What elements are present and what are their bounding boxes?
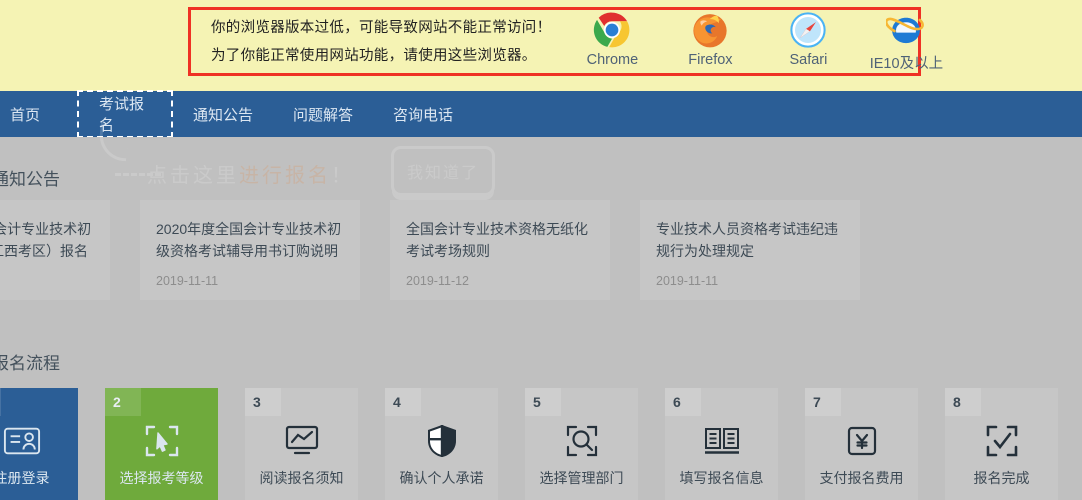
search-frame-icon [525, 418, 638, 464]
flow-step-label: 报名完成 [945, 468, 1058, 488]
flow-step-confirm-commitment[interactable]: 4 确认个人承诺 [385, 388, 498, 500]
flow-step-select-department[interactable]: 5 选择管理部门 [525, 388, 638, 500]
notice-card[interactable]: 全国会计专业技术资格无纸化考试考场规则 2019-11-12 [390, 200, 610, 300]
flow-step-register-login[interactable]: 1 注册登录 [0, 388, 78, 500]
shield-icon [385, 418, 498, 464]
nav-item-label: 首页 [10, 104, 40, 125]
browser-list: Chrome Firefox [573, 10, 945, 73]
internet-explorer-icon [867, 10, 945, 50]
browser-ie[interactable]: IE10及以上 [867, 10, 945, 73]
flow-step-label: 支付报名费用 [805, 468, 918, 488]
browser-safari[interactable]: Safari [769, 10, 847, 68]
notice-title: 全国会计专业技术资格无纸化考试考场规则 [406, 218, 594, 262]
flow-step-fill-info[interactable]: 6 填写报名信息 [665, 388, 778, 500]
notice-card[interactable]: 2020年度全国会计专业技术初级资格考试（江西考区）报名事项 2019-11-1… [0, 200, 110, 300]
yuan-payment-icon [805, 418, 918, 464]
main-navigation: 首页 考试报名 通知公告 问题解答 咨询电话 [0, 91, 1082, 137]
tutorial-dashed-line [115, 173, 161, 176]
flow-step-number: 1 [0, 388, 1, 416]
chart-monitor-icon [245, 418, 358, 464]
notice-card[interactable]: 专业技术人员资格考试违纪违规行为处理规定 2019-11-11 [640, 200, 860, 300]
browser-name: Safari [769, 52, 847, 68]
notice-date: 2019-11-11 [156, 274, 344, 288]
flow-step-label: 确认个人承诺 [385, 468, 498, 488]
nav-item-label: 咨询电话 [393, 104, 453, 125]
flow-step-read-notice[interactable]: 3 阅读报名须知 [245, 388, 358, 500]
nav-item-home[interactable]: 首页 [0, 91, 77, 137]
notice-title: 2020年度全国会计专业技术初级资格考试辅导用书订购说明 [156, 218, 344, 262]
notices-list: 2020年度全国会计专业技术初级资格考试（江西考区）报名事项 2019-11-1… [0, 200, 890, 300]
flow-step-number: 4 [385, 388, 421, 416]
nav-item-label: 考试报名 [99, 93, 151, 135]
browser-upgrade-banner: 你的浏览器版本过低，可能导致网站不能正常访问！ 为了你能正常使用网站功能，请使用… [0, 0, 1082, 91]
tutorial-overlay: 点击这里进行报名！ 我知道了 [95, 137, 515, 207]
cursor-target-icon [105, 418, 218, 464]
flow-step-label: 注册登录 [0, 468, 78, 488]
nav-item-notices[interactable]: 通知公告 [173, 91, 273, 137]
flow-step-label: 选择报考等级 [105, 468, 218, 488]
notice-date: 2019-11-11 [656, 274, 844, 288]
tutorial-button-label: 我知道了 [407, 159, 479, 183]
browser-upgrade-text: 你的浏览器版本过低，可能导致网站不能正常访问！ 为了你能正常使用网站功能，请使用… [191, 14, 551, 70]
browser-chrome[interactable]: Chrome [573, 10, 651, 68]
tutorial-acknowledge-button[interactable]: 我知道了 [391, 146, 495, 196]
nav-item-label: 问题解答 [293, 104, 353, 125]
banner-line-2: 为了你能正常使用网站功能，请使用这些浏览器。 [211, 42, 551, 70]
flow-step-number: 3 [245, 388, 281, 416]
flow-step-label: 阅读报名须知 [245, 468, 358, 488]
notice-title: 专业技术人员资格考试违纪违规行为处理规定 [656, 218, 844, 262]
flow-step-label: 填写报名信息 [665, 468, 778, 488]
tutorial-text-prefix: 点击这里 [147, 165, 239, 187]
flow-step-select-level[interactable]: 2 选择报考等级 [105, 388, 218, 500]
flow-step-number: 8 [945, 388, 981, 416]
notices-section-title: 通知公告 [0, 165, 60, 190]
flow-step-label: 选择管理部门 [525, 468, 638, 488]
notice-date: 2019-11-11 [0, 274, 94, 288]
flow-section-title: 报名流程 [0, 349, 60, 374]
flow-step-number: 5 [525, 388, 561, 416]
check-target-icon [945, 418, 1058, 464]
page-content: 点击这里进行报名！ 我知道了 通知公告 2020年度全国会计专业技术初级资格考试… [0, 137, 1082, 500]
browser-firefox[interactable]: Firefox [671, 10, 749, 68]
flow-step-number: 7 [805, 388, 841, 416]
safari-icon [769, 10, 847, 50]
flow-step-pay-fee[interactable]: 7 支付报名费用 [805, 388, 918, 500]
browser-upgrade-box: 你的浏览器版本过低，可能导致网站不能正常访问！ 为了你能正常使用网站功能，请使用… [188, 7, 921, 76]
notice-date: 2019-11-12 [406, 274, 594, 288]
firefox-icon [671, 10, 749, 50]
nav-item-faq[interactable]: 问题解答 [273, 91, 373, 137]
flow-step-complete[interactable]: 8 报名完成 [945, 388, 1058, 500]
open-book-icon [665, 418, 778, 464]
banner-line-1: 你的浏览器版本过低，可能导致网站不能正常访问！ [211, 14, 551, 42]
nav-item-contact-phone[interactable]: 咨询电话 [373, 91, 473, 137]
id-card-person-icon [0, 418, 78, 464]
nav-item-list: 首页 考试报名 通知公告 问题解答 咨询电话 [0, 91, 1082, 137]
chrome-icon [573, 10, 651, 50]
browser-name: IE10及以上 [867, 52, 945, 73]
flow-step-number: 6 [665, 388, 701, 416]
tutorial-text-suffix: ！ [331, 165, 354, 187]
nav-item-label: 通知公告 [193, 104, 253, 125]
browser-name: Chrome [573, 52, 651, 68]
registration-flow-steps: 1 注册登录 2 [0, 388, 1082, 500]
nav-item-exam-registration[interactable]: 考试报名 [77, 90, 173, 138]
flow-step-number: 2 [105, 388, 141, 416]
page-root: 你的浏览器版本过低，可能导致网站不能正常访问！ 为了你能正常使用网站功能，请使用… [0, 0, 1082, 500]
browser-name: Firefox [671, 52, 749, 68]
notice-card[interactable]: 2020年度全国会计专业技术初级资格考试辅导用书订购说明 2019-11-11 [140, 200, 360, 300]
tutorial-text: 点击这里进行报名！ [147, 159, 354, 188]
tutorial-text-highlight: 进行报名 [239, 165, 331, 187]
notice-title: 2020年度全国会计专业技术初级资格考试（江西考区）报名事项 [0, 218, 94, 262]
